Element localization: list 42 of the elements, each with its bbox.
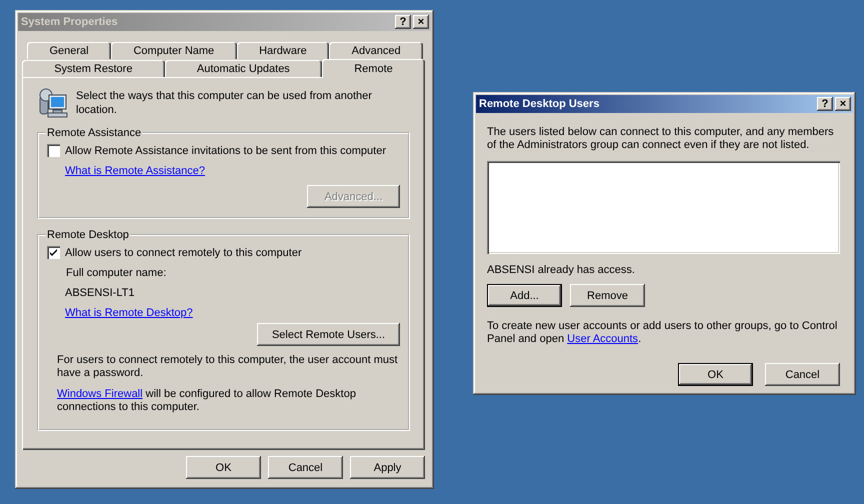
window-title: System Properties <box>21 16 118 28</box>
dialog-button[interactable]: OK <box>678 363 753 386</box>
link[interactable]: What is Remote Assistance? <box>65 165 206 177</box>
list-button[interactable]: Remove <box>570 284 645 307</box>
tab[interactable]: Hardware <box>236 42 330 59</box>
status-text: ABSENSI already has access. <box>487 264 636 276</box>
link[interactable]: Windows Firewall <box>57 388 143 400</box>
computer-name: ABSENSI-LT1 <box>65 287 134 299</box>
select-users-button[interactable]: Select Remote Users... <box>257 323 400 346</box>
tab[interactable]: Automatic Updates <box>164 60 322 77</box>
tab[interactable]: System Restore <box>22 60 165 77</box>
list-button[interactable]: Add... <box>487 284 562 307</box>
password-note: For users to connect remotely to this computer, the user account must have a password. <box>56 354 399 380</box>
link[interactable]: What is Remote Desktop? <box>65 307 193 319</box>
field-label: Full computer name: <box>66 267 166 279</box>
intro-text: Select the ways that this computer can be used from another location. <box>76 89 373 117</box>
check-icon <box>49 248 58 257</box>
link[interactable]: User Accounts <box>567 333 638 345</box>
tab[interactable]: Remote <box>322 59 425 78</box>
user-list[interactable] <box>487 161 840 254</box>
firewall-note: Windows Firewall will be configured to allow Remote Desktop connections to this computer. <box>56 388 357 414</box>
checkbox-label: Allow Remote Assistance invitations to be sent from this computer <box>65 144 386 156</box>
checkbox-label: Allow users to connect remotely to this computer <box>65 246 302 258</box>
dialog-button[interactable]: Cancel <box>765 363 840 386</box>
remote-computer-icon <box>37 87 69 119</box>
dialog-button[interactable]: Apply <box>350 456 425 479</box>
description: The users listed below can connect to this computer, and any members of the Administrators group can connect even if they are not listed. <box>487 126 835 152</box>
tab[interactable]: Computer Name <box>111 42 237 59</box>
group-title: Remote Desktop <box>46 229 130 241</box>
dialog-button[interactable]: OK <box>186 456 261 479</box>
close-button[interactable]: × <box>835 97 851 111</box>
tab[interactable]: Advanced <box>329 42 424 59</box>
accounts-note: To create new user accounts or add users to other groups, go to Control Panel and open User Accounts. <box>487 320 838 346</box>
help-button[interactable]: ? <box>395 15 411 29</box>
window-title: Remote Desktop Users <box>479 98 600 110</box>
group-title: Remote Assistance <box>46 127 142 139</box>
checkbox[interactable] <box>47 246 60 259</box>
close-button[interactable]: × <box>413 15 429 29</box>
dialog-button[interactable]: Cancel <box>268 456 343 479</box>
help-button[interactable]: ? <box>817 97 833 111</box>
checkbox[interactable] <box>47 144 60 157</box>
tab[interactable]: General <box>27 42 112 59</box>
